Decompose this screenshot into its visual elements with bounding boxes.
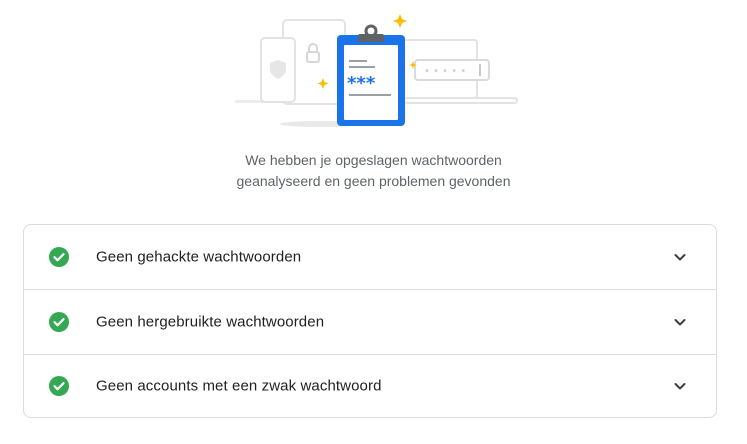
check-circle-icon <box>49 312 69 332</box>
sparkle-icon <box>393 14 407 28</box>
chevron-down-icon[interactable] <box>672 378 688 394</box>
chevron-down-icon[interactable] <box>672 314 688 330</box>
check-label: Geen accounts met een zwak wachtwoord <box>96 377 382 395</box>
masked-field-dots: • • • • • <box>424 66 466 77</box>
check-row-weak[interactable]: Geen accounts met een zwak wachtwoord <box>24 355 716 417</box>
check-circle-icon <box>49 247 69 267</box>
chevron-down-icon[interactable] <box>672 249 688 265</box>
checkup-summary: We hebben je opgeslagen wachtwoorden gea… <box>0 150 747 192</box>
check-label: Geen hergebruikte wachtwoorden <box>96 313 325 331</box>
check-circle-icon <box>49 376 69 396</box>
check-row-reused[interactable]: Geen hergebruikte wachtwoorden <box>24 290 716 355</box>
checkup-results-card: Geen gehackte wachtwoorden Geen hergebru… <box>23 224 717 418</box>
masked-password-stars: *** <box>347 73 376 94</box>
check-row-compromised[interactable]: Geen gehackte wachtwoorden <box>24 225 716 290</box>
check-label: Geen gehackte wachtwoorden <box>96 248 302 266</box>
summary-line-1: We hebben je opgeslagen wachtwoorden <box>245 152 502 168</box>
password-checkup-illustration: • • • • • *** <box>235 14 518 127</box>
summary-line-2: geanalyseerd en geen problemen gevonden <box>236 173 511 189</box>
